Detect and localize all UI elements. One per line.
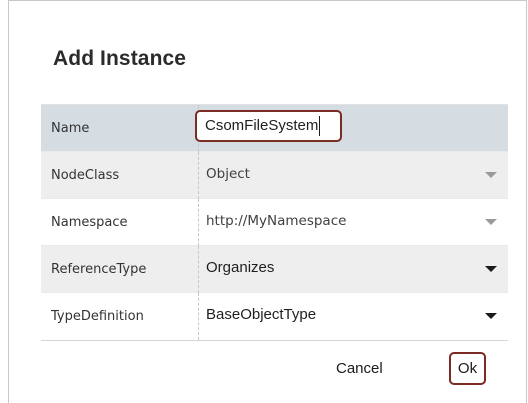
dialog-title: Add Instance [53,47,187,70]
row-label-name: Name [51,121,90,136]
ok-button[interactable]: Ok [449,352,486,385]
namespace-dropdown-value: http://MyNamespace [206,213,347,229]
row-label-namespace: Namespace [51,215,128,230]
typedefinition-dropdown[interactable]: BaseObjectType [206,293,316,340]
row-label-referencetype: ReferenceType [51,262,147,277]
row-label-typedefinition: TypeDefinition [51,309,144,324]
nodeclass-dropdown-value: Object [206,166,250,182]
column-divider [198,293,199,340]
text-caret [319,116,321,136]
property-grid: Name CsomFileSystem NodeClass Object Nam… [41,104,508,341]
chevron-down-icon [485,219,497,225]
chevron-down-icon[interactable] [485,266,497,272]
chevron-down-icon[interactable] [485,313,497,319]
row-label-nodeclass: NodeClass [51,168,120,183]
row-referencetype[interactable]: ReferenceType Organizes [41,246,508,293]
name-input[interactable]: CsomFileSystem [195,110,342,142]
row-namespace: Namespace http://MyNamespace [41,199,508,246]
column-divider [198,199,199,246]
cancel-button[interactable]: Cancel [336,360,383,377]
referencetype-dropdown[interactable]: Organizes [206,246,274,293]
column-divider [198,152,199,199]
row-name: Name CsomFileSystem [41,105,508,152]
add-instance-dialog: Add Instance Name CsomFileSystem NodeCla… [8,0,527,403]
name-input-value: CsomFileSystem [205,117,319,134]
row-nodeclass: NodeClass Object [41,152,508,199]
row-typedefinition[interactable]: TypeDefinition BaseObjectType [41,293,508,340]
column-divider [198,246,199,293]
chevron-down-icon [485,172,497,178]
